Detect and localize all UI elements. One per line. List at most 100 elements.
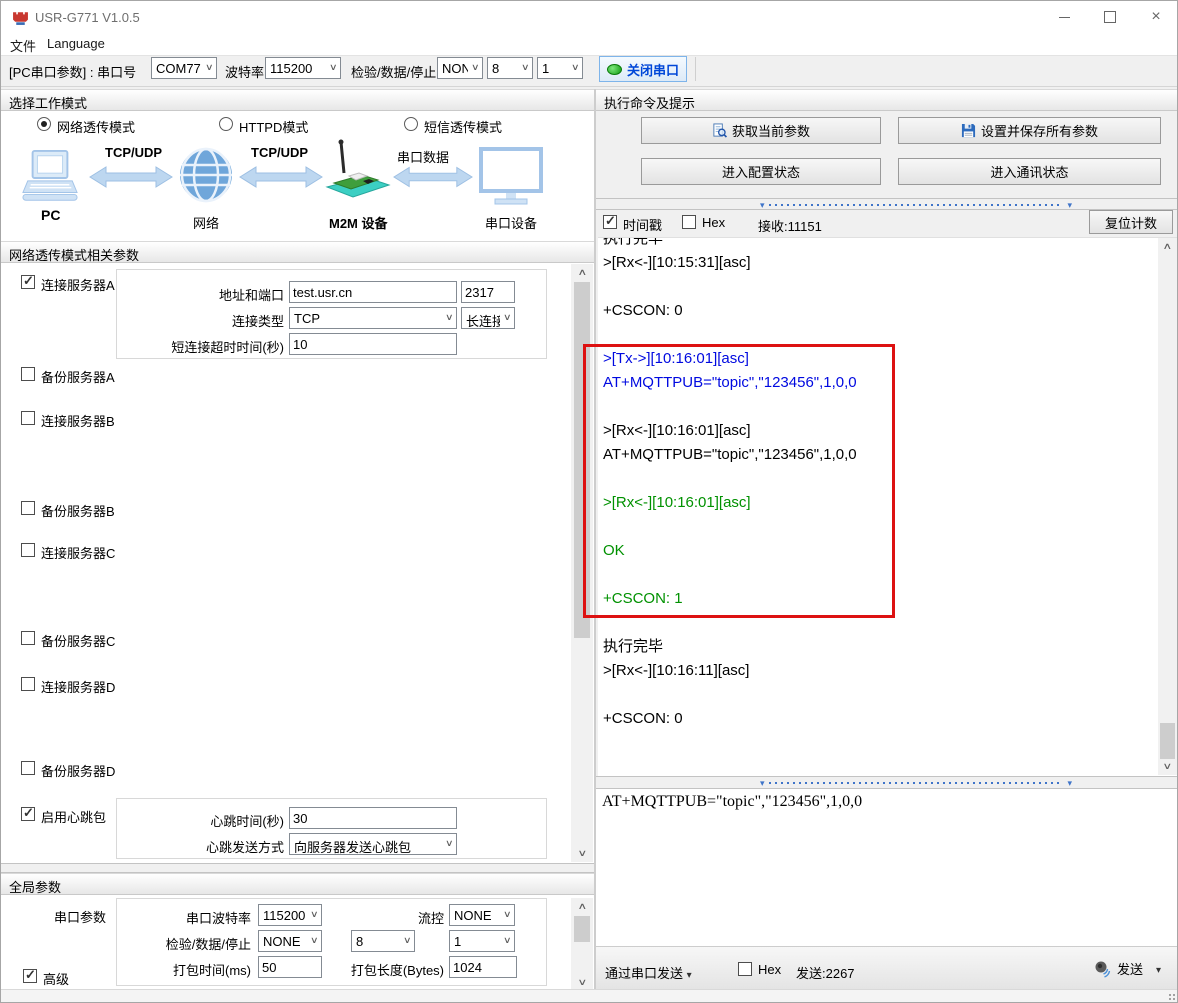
scroll-up-icon[interactable] — [571, 898, 593, 915]
radio-net-mode-label: 网络透传模式 — [57, 117, 135, 136]
maximize-button[interactable] — [1087, 1, 1133, 33]
globalparams-scrollbar[interactable] — [571, 898, 593, 991]
checkbox-server-c-label: 连接服务器C — [41, 543, 115, 562]
timeout-input[interactable] — [289, 333, 457, 355]
g-packlen-input[interactable] — [449, 956, 517, 978]
scroll-down-icon[interactable] — [1158, 758, 1177, 775]
scroll-up-icon[interactable] — [571, 264, 593, 281]
port-select[interactable]: COM77 — [151, 57, 217, 79]
close-button[interactable]: × — [1133, 1, 1178, 33]
reset-count-button[interactable]: 复位计数 — [1089, 210, 1173, 234]
conn-type-select[interactable]: TCP — [289, 307, 457, 329]
checkbox-tx-hex[interactable] — [738, 962, 752, 976]
status-bar — [1, 989, 1178, 1003]
checkbox-timestamp[interactable] — [603, 215, 617, 229]
receive-splitter[interactable] — [596, 198, 1178, 210]
checkbox-server-d-label: 连接服务器D — [41, 677, 115, 696]
send-splitter[interactable] — [596, 776, 1178, 789]
app-window: USR-G771 V1.0.5 × 文件 Language [PC串口参数] :… — [0, 0, 1178, 1003]
checkbox-advanced-label: 高级 — [43, 969, 69, 988]
node-label-serial-device: 串口设备 — [485, 213, 537, 232]
send-button[interactable]: 发送 — [1094, 959, 1161, 978]
log-line: 执行完毕 — [603, 237, 857, 251]
hb-mode-select[interactable]: 向服务器发送心跳包 — [289, 833, 457, 855]
checkbox-timestamp-label: 时间戳 — [623, 215, 662, 234]
send-textarea[interactable]: AT+MQTTPUB="topic","123456",1,0,0 — [596, 789, 1178, 946]
g-parity-select[interactable]: NONE — [258, 930, 322, 952]
close-serial-button[interactable]: 关闭串口 — [599, 56, 687, 82]
radio-httpd-mode[interactable] — [219, 117, 233, 131]
baud-select[interactable]: 115200 — [265, 57, 341, 79]
scrollbar-thumb[interactable] — [574, 916, 590, 942]
g-databits-select[interactable]: 8 — [351, 930, 415, 952]
exec-header: 执行命令及提示 — [596, 89, 1178, 111]
m2m-device-icon — [325, 139, 391, 207]
resize-grip[interactable] — [1168, 993, 1176, 1001]
netparams-scrollbar[interactable] — [571, 264, 593, 862]
checkbox-backup-c[interactable] — [21, 631, 35, 645]
checkbox-heartbeat[interactable] — [21, 807, 35, 821]
databits-select[interactable]: 8 — [487, 57, 533, 79]
log-line — [603, 563, 857, 587]
log-line: AT+MQTTPUB="topic","123456",1,0,0 — [603, 371, 857, 395]
toolbar-separator — [695, 57, 696, 81]
checkbox-server-d[interactable] — [21, 677, 35, 691]
receive-count: 接收:11151 — [758, 216, 822, 235]
receive-log[interactable]: 执行完毕>[Rx<-][10:15:31][asc] +CSCON: 0 >[T… — [598, 237, 1178, 777]
port-input[interactable] — [461, 281, 515, 303]
checkbox-rx-hex[interactable] — [682, 215, 696, 229]
enter-config-button[interactable]: 进入配置状态 — [641, 158, 881, 185]
set-save-params-button[interactable]: 设置并保存所有参数 — [898, 117, 1161, 144]
addr-input[interactable] — [289, 281, 457, 303]
conn-type-label: 连接类型 — [121, 311, 284, 330]
log-line: >[Rx<-][10:16:01][asc] — [603, 491, 857, 515]
checkbox-backup-d[interactable] — [21, 761, 35, 775]
checkbox-tx-hex-label: Hex — [758, 962, 781, 977]
checkbox-backup-d-label: 备份服务器D — [41, 761, 115, 780]
send-text: AT+MQTTPUB="topic","123456",1,0,0 — [602, 793, 862, 811]
g-packtime-input[interactable] — [258, 956, 322, 978]
persist-select[interactable]: 长连接 — [461, 307, 515, 329]
radio-net-mode[interactable] — [37, 117, 51, 131]
timeout-label: 短连接超时时间(秒) — [121, 337, 284, 356]
stopbits-select[interactable]: 1 — [537, 57, 583, 79]
g-flow-select[interactable]: NONE — [449, 904, 515, 926]
minimize-button[interactable] — [1041, 1, 1087, 33]
scroll-down-icon[interactable] — [571, 845, 593, 862]
baud-label: 波特率 — [225, 62, 264, 81]
left-splitter[interactable] — [1, 863, 594, 873]
send-options-arrow-icon[interactable] — [1156, 961, 1161, 976]
g-baud-select[interactable]: 115200 — [258, 904, 322, 926]
pc-laptop-icon — [21, 149, 79, 207]
log-line — [603, 323, 857, 347]
splitter-handle[interactable] — [756, 203, 1076, 207]
enter-comm-button[interactable]: 进入通讯状态 — [898, 158, 1161, 185]
checkbox-server-c[interactable] — [21, 543, 35, 557]
checkbox-server-b[interactable] — [21, 411, 35, 425]
get-params-button[interactable]: 获取当前参数 — [641, 117, 881, 144]
hb-time-input[interactable] — [289, 807, 457, 829]
g-baud-label: 串口波特率 — [121, 908, 251, 927]
link-label-tcpudp-1: TCP/UDP — [105, 145, 162, 160]
scrollbar-thumb[interactable] — [1160, 723, 1175, 759]
menu-file[interactable]: 文件 — [10, 36, 36, 55]
scrollbar-thumb[interactable] — [574, 282, 590, 638]
g-parity-label: 检验/数据/停止 — [121, 934, 251, 953]
send-via-select[interactable]: 通过串口发送 — [605, 963, 692, 982]
log-line: +CSCON: 0 — [603, 299, 857, 323]
g-packlen-label: 打包长度(Bytes) — [341, 960, 444, 979]
arrow-m2m-serial — [393, 164, 473, 190]
link-label-tcpudp-2: TCP/UDP — [251, 145, 308, 160]
radio-sms-mode[interactable] — [404, 117, 418, 131]
checkbox-advanced[interactable] — [23, 969, 37, 983]
g-stopbits-select[interactable]: 1 — [449, 930, 515, 952]
checkbox-backup-b[interactable] — [21, 501, 35, 515]
hb-mode-label: 心跳发送方式 — [121, 837, 284, 856]
splitter-handle[interactable] — [756, 781, 1076, 785]
parity-select[interactable]: NONI — [437, 57, 483, 79]
log-scrollbar[interactable] — [1158, 238, 1177, 775]
scroll-up-icon[interactable] — [1158, 238, 1177, 255]
checkbox-backup-a[interactable] — [21, 367, 35, 381]
menu-language[interactable]: Language — [47, 36, 105, 51]
checkbox-server-a[interactable] — [21, 275, 35, 289]
